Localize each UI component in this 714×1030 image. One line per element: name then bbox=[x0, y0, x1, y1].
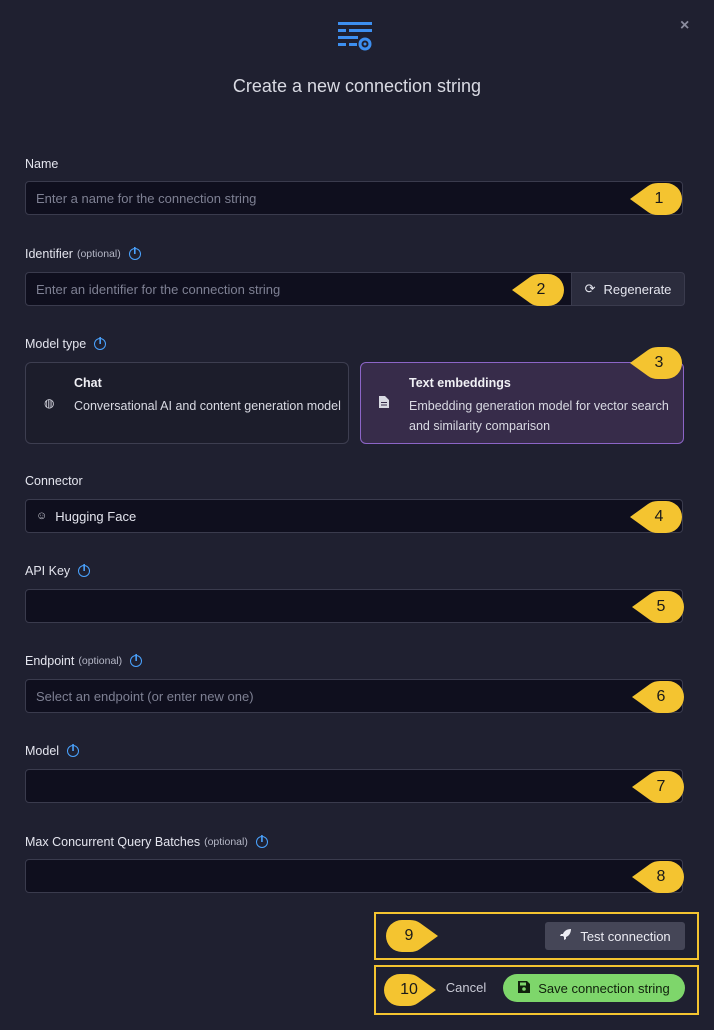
api-key-label: API Key bbox=[25, 564, 91, 578]
save-icon bbox=[518, 980, 531, 996]
name-placeholder: Enter a name for the connection string bbox=[36, 190, 257, 206]
info-icon[interactable] bbox=[94, 337, 107, 350]
callout-4: 4 bbox=[628, 500, 682, 534]
max-batches-input[interactable] bbox=[25, 859, 683, 893]
hugging-face-icon: ☺ bbox=[36, 510, 48, 522]
callout-9-number: 9 bbox=[404, 927, 414, 944]
model-type-label-text: Model type bbox=[25, 337, 87, 351]
test-connection-label: Test connection bbox=[580, 928, 671, 944]
save-connection-string-button[interactable]: Save connection string bbox=[503, 974, 685, 1002]
callout-10-number: 10 bbox=[400, 981, 418, 998]
regenerate-label: Regenerate bbox=[603, 281, 672, 297]
endpoint-label: Endpoint (optional) bbox=[25, 654, 143, 668]
name-label-text: Name bbox=[25, 157, 59, 171]
chat-option-description: Conversational AI and content generation… bbox=[74, 399, 341, 413]
info-icon[interactable] bbox=[67, 744, 80, 757]
embeddings-option-description: Embedding generation model for vector se… bbox=[409, 399, 669, 433]
callout-4-number: 4 bbox=[654, 508, 664, 525]
callout-5-number: 5 bbox=[656, 598, 666, 615]
model-label: Model bbox=[25, 744, 80, 758]
connection-string-dialog: × Create a new connection string Name En… bbox=[0, 0, 714, 1030]
save-label: Save connection string bbox=[538, 980, 670, 996]
callout-9: 9 bbox=[386, 919, 440, 953]
callout-1: 1 bbox=[628, 182, 682, 216]
refresh-icon: ⟳ bbox=[584, 281, 596, 296]
endpoint-label-text: Endpoint bbox=[25, 654, 75, 668]
regenerate-button[interactable]: ⟳ Regenerate bbox=[572, 272, 685, 306]
model-type-chat-option[interactable]: ◍ Chat Conversational AI and content gen… bbox=[25, 362, 349, 444]
connector-value: Hugging Face bbox=[55, 508, 137, 524]
info-icon[interactable] bbox=[130, 654, 143, 667]
endpoint-placeholder: Select an endpoint (or enter new one) bbox=[36, 688, 254, 704]
connection-settings-icon bbox=[336, 20, 374, 54]
model-input[interactable] bbox=[25, 769, 683, 803]
connector-select[interactable]: ☺ Hugging Face bbox=[25, 499, 683, 533]
close-icon[interactable]: × bbox=[680, 17, 689, 35]
callout-3-number: 3 bbox=[654, 354, 664, 371]
identifier-group: Enter an identifier for the connection s… bbox=[25, 272, 685, 306]
callout-6: 6 bbox=[630, 680, 684, 714]
dialog-title: Create a new connection string bbox=[232, 76, 482, 96]
callout-8: 8 bbox=[630, 860, 684, 894]
identifier-optional: (optional) bbox=[76, 248, 121, 260]
info-icon[interactable] bbox=[78, 564, 91, 577]
api-key-label-text: API Key bbox=[25, 564, 71, 578]
connector-label-text: Connector bbox=[25, 474, 83, 488]
info-icon[interactable] bbox=[128, 247, 141, 260]
info-icon[interactable] bbox=[255, 835, 268, 848]
callout-7: 7 bbox=[630, 770, 684, 804]
identifier-placeholder: Enter an identifier for the connection s… bbox=[36, 281, 281, 297]
model-type-label: Model type bbox=[25, 337, 107, 351]
max-batches-label-text: Max Concurrent Query Batches bbox=[25, 835, 201, 849]
model-label-text: Model bbox=[25, 744, 60, 758]
test-connection-button[interactable]: Test connection bbox=[545, 922, 685, 950]
callout-5: 5 bbox=[630, 590, 684, 624]
brain-icon: ◍ bbox=[44, 396, 55, 410]
rocket-icon bbox=[559, 928, 572, 944]
name-input[interactable]: Enter a name for the connection string bbox=[25, 181, 683, 215]
connector-label: Connector bbox=[25, 474, 83, 488]
max-batches-label: Max Concurrent Query Batches (optional) bbox=[25, 835, 268, 849]
endpoint-input[interactable]: Select an endpoint (or enter new one) bbox=[25, 679, 683, 713]
embeddings-option-title: Text embeddings bbox=[409, 376, 511, 390]
callout-10: 10 bbox=[384, 973, 438, 1007]
callout-7-number: 7 bbox=[656, 778, 666, 795]
cancel-button[interactable]: Cancel bbox=[440, 975, 492, 1001]
callout-6-number: 6 bbox=[656, 688, 666, 705]
document-icon bbox=[379, 396, 389, 411]
callout-2: 2 bbox=[510, 273, 564, 307]
identifier-label-text: Identifier bbox=[25, 247, 73, 261]
callout-1-number: 1 bbox=[654, 190, 664, 207]
chat-option-title: Chat bbox=[74, 376, 102, 390]
callout-3: 3 bbox=[628, 346, 682, 380]
identifier-input[interactable]: Enter an identifier for the connection s… bbox=[25, 272, 572, 306]
api-key-input[interactable] bbox=[25, 589, 683, 623]
callout-8-number: 8 bbox=[656, 868, 666, 885]
identifier-label: Identifier (optional) bbox=[25, 247, 141, 261]
endpoint-optional: (optional) bbox=[78, 655, 123, 667]
name-label: Name bbox=[25, 157, 58, 171]
callout-2-number: 2 bbox=[536, 281, 546, 298]
max-batches-optional: (optional) bbox=[204, 836, 248, 848]
